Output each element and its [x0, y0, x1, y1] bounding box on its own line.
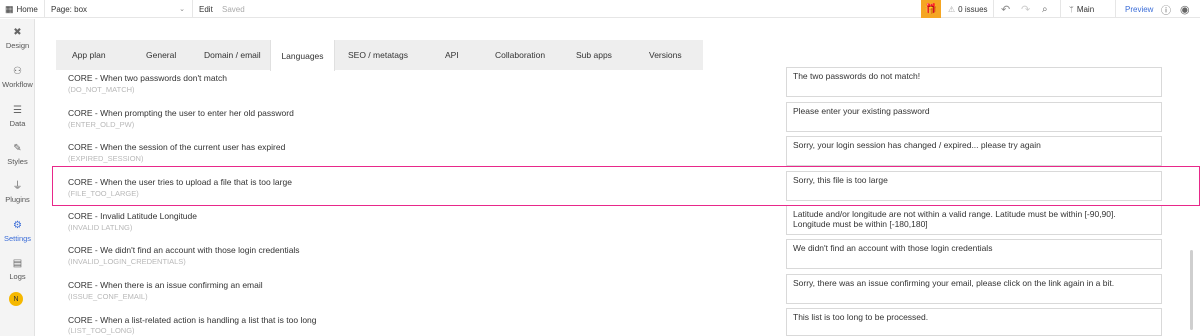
translation-input[interactable]: Sorry, your login session has changed / … [786, 136, 1162, 166]
tab-domain-email[interactable]: Domain / email [204, 40, 261, 70]
sidebar-item-logs[interactable]: ▤ Logs [0, 258, 35, 281]
grid-icon: ▦ [5, 3, 14, 14]
home-button[interactable]: ▦ Home [5, 0, 38, 18]
sidebar-item-settings[interactable]: ⚙ Settings [0, 220, 35, 243]
database-icon: ☰ [13, 105, 22, 116]
row-label: CORE - Invalid Latitude Longitude [68, 211, 197, 221]
branch-label: Main [1076, 4, 1095, 14]
undo-icon[interactable]: ↶ [1001, 0, 1010, 18]
page-selector-label: Page: box [51, 4, 88, 14]
row-label: CORE - When prompting the user to enter … [68, 108, 294, 118]
sidebar-item-styles[interactable]: ✎ Styles [0, 143, 35, 166]
row-key: (LIST_TOO_LONG) [68, 326, 135, 335]
sidebar-item-data[interactable]: ☰ Data [0, 105, 35, 128]
left-sidebar: ✖ Design ⚇ Workflow ☰ Data ✎ Styles ⏚ Pl… [0, 19, 35, 336]
translation-input[interactable]: Sorry, there was an issue confirming you… [786, 274, 1162, 304]
translation-input[interactable]: This list is too long to be processed. [786, 308, 1162, 336]
sidebar-item-label: Logs [9, 272, 26, 281]
branch-icon: ᛘ [1069, 4, 1074, 14]
row-key: (DO_NOT_MATCH) [68, 85, 135, 94]
tab-languages[interactable]: Languages [270, 40, 335, 71]
plug-icon: ⏚ [12, 181, 23, 192]
sidebar-item-workflow[interactable]: ⚇ Workflow [0, 66, 35, 89]
sidebar-item-plugins[interactable]: ⏚ Plugins [0, 181, 35, 204]
help-icon[interactable]: ⓘ [1161, 0, 1171, 18]
workflow-icon: ⚇ [13, 66, 22, 77]
user-account-icon[interactable]: ◉ [1180, 0, 1190, 18]
translation-input[interactable]: We didn't find an account with those log… [786, 239, 1162, 269]
row-label: CORE - We didn't find an account with th… [68, 245, 300, 255]
search-icon[interactable]: ⌕ [1042, 0, 1048, 18]
tab-api[interactable]: API [445, 40, 459, 70]
brush-icon: ✎ [13, 143, 22, 154]
row-key: (EXPIRED_SESSION) [68, 154, 144, 163]
document-icon: ▤ [12, 258, 23, 269]
tab-general[interactable]: General [146, 40, 176, 70]
translation-input[interactable]: The two passwords do not match! [786, 67, 1162, 97]
chevron-down-icon: ⌄ [179, 6, 185, 13]
branch-button[interactable]: ᛘ Main [1069, 0, 1094, 18]
translation-input[interactable]: Latitude and/or longitude are not within… [786, 205, 1162, 235]
redo-icon[interactable]: ↷ [1021, 0, 1030, 18]
design-icon: ✖ [13, 27, 22, 38]
row-key: (INVALID_LOGIN_CREDENTIALS) [68, 257, 186, 266]
scrollbar[interactable] [1190, 250, 1193, 330]
issues-label: 0 issues [958, 4, 988, 14]
row-key: (INVALID LATLNG) [68, 223, 133, 232]
row-label: CORE - When two passwords don't match [68, 73, 227, 83]
top-bar: ▦ Home Page: box ⌄ Edit Saved 🎁 ⚠ 0 issu… [0, 0, 1200, 18]
row-label: CORE - When the session of the current u… [68, 142, 286, 152]
sidebar-item-label: Plugins [5, 195, 30, 204]
row-label: CORE - When there is an issue confirming… [68, 280, 263, 290]
sidebar-item-design[interactable]: ✖ Design [0, 27, 35, 50]
page-selector[interactable]: Page: box ⌄ [51, 0, 189, 18]
translation-input[interactable]: Please enter your existing password [786, 102, 1162, 132]
tab-versions[interactable]: Versions [649, 40, 682, 70]
gift-icon[interactable]: 🎁 [921, 0, 941, 18]
issues-button[interactable]: ⚠ 0 issues [948, 0, 988, 18]
settings-tabs: App plan General Domain / email Language… [56, 40, 703, 71]
avatar[interactable]: N [9, 292, 23, 306]
highlight-frame [52, 166, 1200, 206]
sidebar-item-label: Settings [3, 234, 32, 243]
sidebar-item-label: Styles [7, 157, 28, 166]
sidebar-item-label: Data [9, 119, 26, 128]
tab-seo-metatags[interactable]: SEO / metatags [348, 40, 408, 70]
home-label: Home [16, 4, 38, 14]
saved-status: Saved [222, 4, 245, 14]
row-key: (ENTER_OLD_PW) [68, 120, 135, 129]
gear-icon: ⚙ [13, 220, 22, 231]
sidebar-item-label: Workflow [2, 80, 33, 89]
row-key: (ISSUE_CONF_EMAIL) [68, 292, 148, 301]
tab-sub-apps[interactable]: Sub apps [576, 40, 612, 70]
tab-app-plan[interactable]: App plan [72, 40, 106, 70]
warning-icon: ⚠ [948, 4, 956, 14]
row-label: CORE - When a list-related action is han… [68, 315, 317, 325]
edit-mode-button[interactable]: Edit [199, 0, 213, 18]
preview-button[interactable]: Preview [1125, 0, 1153, 18]
tab-collaboration[interactable]: Collaboration [495, 40, 545, 70]
sidebar-item-label: Design [5, 41, 30, 50]
